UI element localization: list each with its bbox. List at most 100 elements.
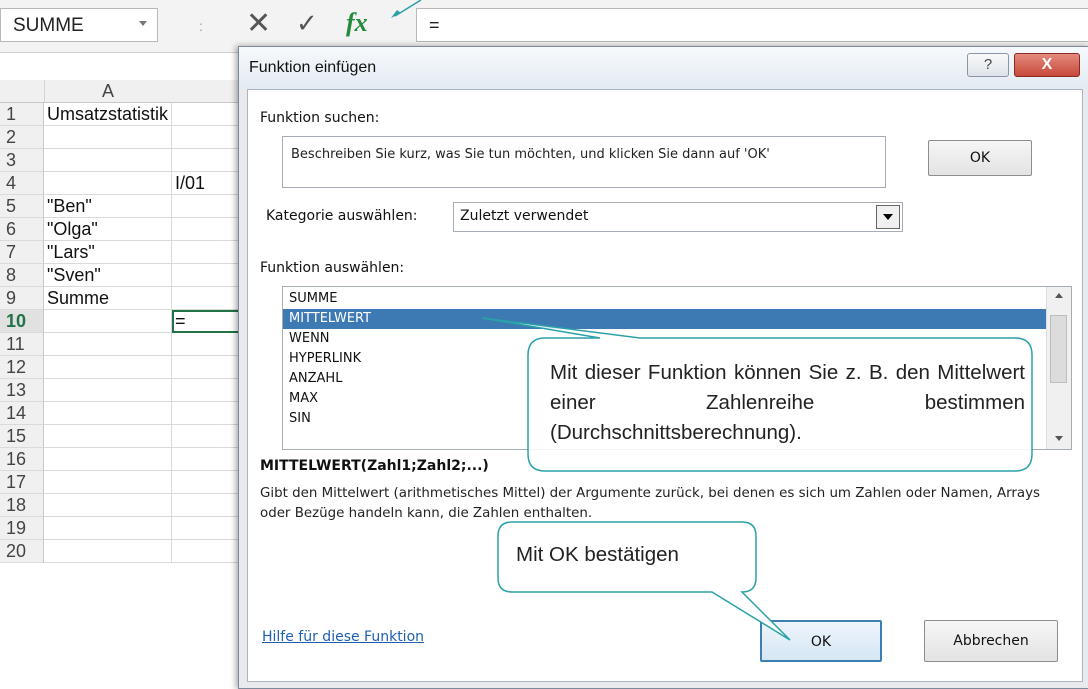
row-number[interactable]: 15	[0, 425, 44, 448]
row-number[interactable]: 14	[0, 402, 44, 425]
formula-input[interactable]: =	[416, 8, 1088, 42]
cell-b15[interactable]	[172, 425, 242, 448]
column-header-a[interactable]: A	[44, 80, 173, 103]
close-icon[interactable]: X	[1014, 53, 1080, 77]
formula-input-value: =	[429, 15, 440, 35]
row-number[interactable]: 4	[0, 172, 44, 195]
cell-a17[interactable]	[44, 471, 172, 494]
cancel-button[interactable]: Abbrechen	[924, 620, 1058, 662]
cell-a7[interactable]: "Lars"	[44, 241, 172, 264]
active-cell-b10[interactable]: =	[172, 310, 242, 333]
table-row: 6 "Olga"	[0, 218, 260, 241]
category-select[interactable]: Zuletzt verwendet	[453, 202, 903, 232]
row-number[interactable]: 11	[0, 333, 44, 356]
cell-b8[interactable]	[172, 264, 242, 287]
cell-a6[interactable]: "Olga"	[44, 218, 172, 241]
cell-b19[interactable]	[172, 517, 242, 540]
cell-b12[interactable]	[172, 356, 242, 379]
cell-a16[interactable]	[44, 448, 172, 471]
cell-b13[interactable]	[172, 379, 242, 402]
cell-a3[interactable]	[44, 149, 172, 172]
category-select-value: Zuletzt verwendet	[460, 208, 589, 224]
scroll-up-icon[interactable]	[1055, 293, 1063, 298]
cell-b4[interactable]: I/01	[172, 172, 242, 195]
name-box-dropdown-icon[interactable]	[139, 21, 147, 26]
cell-b18[interactable]	[172, 494, 242, 517]
row-number[interactable]: 6	[0, 218, 44, 241]
cell-a13[interactable]	[44, 379, 172, 402]
row-number[interactable]: 7	[0, 241, 44, 264]
confirm-entry-icon[interactable]: ✓	[296, 8, 318, 39]
cell-a8[interactable]: "Sven"	[44, 264, 172, 287]
cell-a9[interactable]: Summe	[44, 287, 172, 310]
row-number[interactable]: 9	[0, 287, 44, 310]
cell-a18[interactable]	[44, 494, 172, 517]
cell-a19[interactable]	[44, 517, 172, 540]
cell-a5[interactable]: "Ben"	[44, 195, 172, 218]
list-item[interactable]: SUMME	[283, 289, 1047, 309]
table-row: 13	[0, 379, 260, 402]
column-header-b[interactable]	[172, 80, 243, 103]
cell-b5[interactable]	[172, 195, 242, 218]
cell-a12[interactable]	[44, 356, 172, 379]
cell-a20[interactable]	[44, 540, 172, 563]
row-number[interactable]: 13	[0, 379, 44, 402]
row-number[interactable]: 8	[0, 264, 44, 287]
help-icon[interactable]: ?	[967, 53, 1009, 77]
cell-b7[interactable]	[172, 241, 242, 264]
cell-a1[interactable]: Umsatzstatistik	[44, 103, 172, 126]
cancel-entry-icon[interactable]: ✕	[246, 6, 271, 41]
cell-b1[interactable]	[172, 103, 242, 126]
function-description: Gibt den Mittelwert (arithmetisches Mitt…	[260, 486, 1041, 521]
row-number[interactable]: 19	[0, 517, 44, 540]
cell-b20[interactable]	[172, 540, 242, 563]
cell-b9[interactable]	[172, 287, 242, 310]
formula-bar-buttons: ✕ ✓ fx	[228, 6, 404, 42]
callout-ok-hint: Mit OK bestätigen	[516, 543, 679, 566]
insert-function-icon[interactable]: fx	[346, 8, 368, 38]
table-row: 18	[0, 494, 260, 517]
cell-b2[interactable]	[172, 126, 242, 149]
ok-button[interactable]: OK	[760, 620, 882, 662]
cell-b3[interactable]	[172, 149, 242, 172]
row-number[interactable]: 18	[0, 494, 44, 517]
row-number[interactable]: 16	[0, 448, 44, 471]
name-box[interactable]: SUMME	[0, 8, 158, 42]
cell-a10[interactable]	[44, 310, 172, 333]
cell-b6[interactable]	[172, 218, 242, 241]
row-number[interactable]: 1	[0, 103, 44, 126]
list-item[interactable]: WENN	[283, 329, 1047, 349]
cell-b14[interactable]	[172, 402, 242, 425]
row-number[interactable]: 5	[0, 195, 44, 218]
chevron-down-icon[interactable]	[876, 205, 900, 229]
scroll-down-icon[interactable]	[1055, 436, 1063, 441]
row-number[interactable]: 12	[0, 356, 44, 379]
go-button[interactable]: OK	[928, 140, 1032, 176]
scrollbar-thumb[interactable]	[1050, 315, 1067, 383]
search-input[interactable]: Beschreiben Sie kurz, was Sie tun möchte…	[282, 136, 886, 188]
row-number[interactable]: 2	[0, 126, 44, 149]
dialog-titlebar[interactable]: Funktion einfügen ? X	[239, 47, 1088, 89]
table-row: 7 "Lars"	[0, 241, 260, 264]
table-row: 15	[0, 425, 260, 448]
list-item-selected[interactable]: MITTELWERT	[283, 309, 1047, 329]
cell-b16[interactable]	[172, 448, 242, 471]
cell-a2[interactable]	[44, 126, 172, 149]
cell-a15[interactable]	[44, 425, 172, 448]
table-row: 14	[0, 402, 260, 425]
cell-b11[interactable]	[172, 333, 242, 356]
row-number[interactable]: 20	[0, 540, 44, 563]
row-number-active[interactable]: 10	[0, 310, 44, 333]
select-all-corner[interactable]	[0, 80, 45, 103]
cell-a4[interactable]	[44, 172, 172, 195]
cell-b17[interactable]	[172, 471, 242, 494]
function-help-link[interactable]: Hilfe für diese Funktion	[262, 629, 424, 645]
name-box-value: SUMME	[13, 15, 84, 36]
row-number[interactable]: 3	[0, 149, 44, 172]
cell-a14[interactable]	[44, 402, 172, 425]
category-label: Kategorie auswählen:	[266, 208, 418, 224]
function-syntax: MITTELWERT(Zahl1;Zahl2;...)	[260, 458, 489, 474]
cell-a11[interactable]	[44, 333, 172, 356]
row-number[interactable]: 17	[0, 471, 44, 494]
list-scrollbar[interactable]	[1046, 287, 1071, 449]
